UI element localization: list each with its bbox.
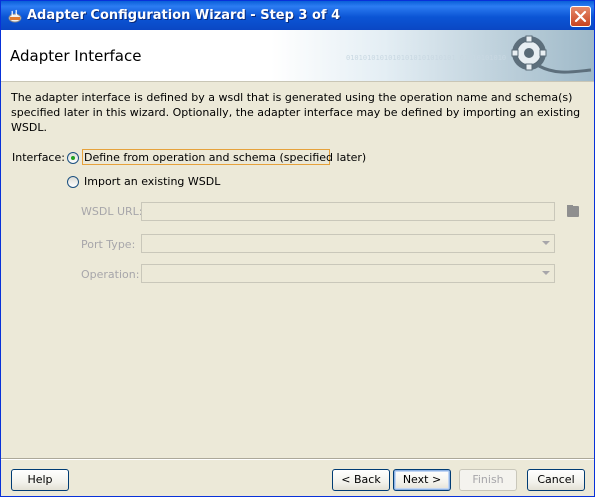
wsdl-url-label: WSDL URL: (81, 205, 143, 218)
title-bar[interactable]: Adapter Configuration Wizard - Step 3 of… (1, 1, 594, 30)
interface-label: Interface: (12, 151, 65, 164)
radio-define-from-operation[interactable] (67, 152, 79, 164)
radio-import-wsdl[interactable] (67, 176, 79, 188)
radio-selected-dot (71, 156, 75, 160)
description-text: The adapter interface is defined by a ws… (11, 91, 581, 134)
wsdl-url-input[interactable] (141, 202, 555, 221)
button-bar-divider (1, 458, 594, 460)
window-title: Adapter Configuration Wizard - Step 3 of… (27, 8, 341, 23)
wizard-header: Adapter Interface 0101010101010101010101… (1, 30, 594, 82)
port-type-label: Port Type: (81, 238, 136, 251)
gear-banner-icon: 01010101010101010101010101 01010101010 (271, 30, 594, 81)
browse-folder-icon[interactable] (565, 203, 581, 219)
finish-button[interactable]: Finish (459, 469, 517, 491)
define-from-operation-label[interactable]: Define from operation and schema (specif… (84, 151, 366, 164)
operation-select[interactable] (141, 264, 555, 283)
close-icon (574, 10, 587, 23)
help-button[interactable]: Help (11, 469, 69, 491)
back-button[interactable]: < Back (332, 469, 390, 491)
banner-binary-text: 01010101010101010101010101 01010101010 (346, 54, 506, 62)
wizard-window: Adapter Configuration Wizard - Step 3 of… (0, 0, 595, 497)
operation-label: Operation: (81, 268, 140, 281)
cup-icon (8, 9, 22, 23)
import-wsdl-label[interactable]: Import an existing WSDL (84, 175, 220, 188)
chevron-down-icon (542, 241, 550, 245)
close-button[interactable] (570, 6, 591, 27)
next-button[interactable]: Next > (393, 469, 451, 491)
chevron-down-icon (542, 271, 550, 275)
port-type-select[interactable] (141, 234, 555, 253)
cancel-button[interactable]: Cancel (527, 469, 585, 491)
page-title: Adapter Interface (10, 47, 142, 65)
